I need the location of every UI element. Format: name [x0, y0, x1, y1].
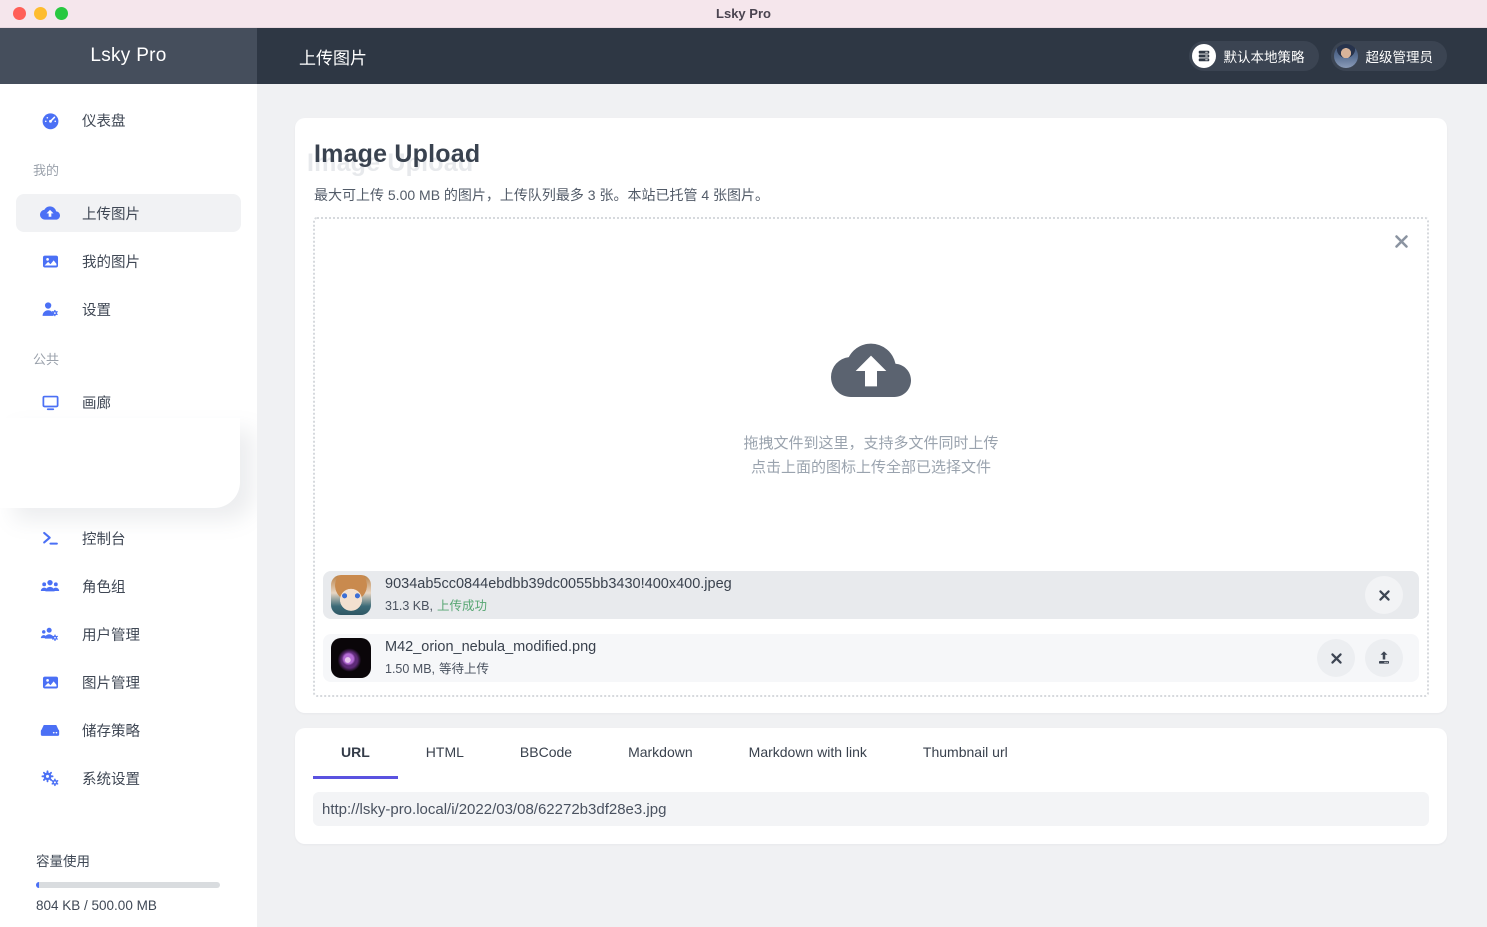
- sidebar-item-role-groups[interactable]: 角色组: [0, 562, 257, 610]
- gears-icon: [40, 768, 60, 788]
- sidebar-item-storage-strategy[interactable]: 储存策略: [0, 706, 257, 754]
- hard-drive-icon: [40, 720, 60, 740]
- brand-logo[interactable]: Lsky Pro: [0, 28, 257, 84]
- page-title: 上传图片: [299, 44, 367, 69]
- users-gear-icon: [40, 624, 60, 644]
- images-icon: [40, 672, 60, 692]
- window-title: Lsky Pro: [0, 6, 1487, 21]
- file-meta: 31.3 KB,上传成功: [385, 595, 732, 614]
- main-content: Image Upload Image Upload 最大可上传 5.00 MB …: [257, 84, 1487, 927]
- sidebar-item-dashboard[interactable]: 仪表盘: [0, 96, 257, 144]
- file-thumbnail: [331, 575, 371, 615]
- app-header: Lsky Pro 上传图片 默认本地策略 超级管理员: [0, 28, 1487, 84]
- link-formats-card: URL HTML BBCode Markdown Markdown with l…: [295, 728, 1447, 844]
- sidebar-item-upload[interactable]: 上传图片: [16, 194, 241, 232]
- sidebar-section-mine: 我的: [0, 144, 257, 189]
- tab-url[interactable]: URL: [313, 728, 398, 779]
- file-row-uploaded: 9034ab5cc0844ebdbb39dc0055bb3430!400x400…: [323, 571, 1419, 619]
- card-title: Image Upload: [314, 140, 480, 169]
- file-status: 等待上传: [439, 662, 489, 676]
- upload-dropzone[interactable]: 拖拽文件到这里，支持多文件同时上传 点击上面的图标上传全部已选择文件 9034a…: [313, 217, 1429, 697]
- sidebar-item-settings[interactable]: 设置: [0, 285, 257, 333]
- sidebar-item-label: 设置: [82, 299, 111, 320]
- storage-usage-value: 804 KB / 500.00 MB: [36, 898, 220, 913]
- topbar: 上传图片 默认本地策略 超级管理员: [257, 28, 1487, 84]
- close-icon[interactable]: [1389, 229, 1413, 253]
- storage-strategy-label: 默认本地策略: [1224, 46, 1305, 66]
- sidebar-item-my-images[interactable]: 我的图片: [0, 237, 257, 285]
- storage-progress-bar: [36, 882, 220, 888]
- sidebar-item-user-management[interactable]: 用户管理: [0, 610, 257, 658]
- file-name: 9034ab5cc0844ebdbb39dc0055bb3430!400x400…: [385, 576, 732, 592]
- sidebar: 仪表盘 我的 上传图片 我的图片 设置 公共 画廊: [0, 84, 257, 927]
- sidebar-item-label: 角色组: [82, 576, 126, 597]
- image-url-field[interactable]: [313, 792, 1429, 826]
- tab-html[interactable]: HTML: [398, 728, 492, 779]
- storage-usage-label: 容量使用: [36, 850, 220, 870]
- file-thumbnail: [331, 638, 371, 678]
- remove-file-button[interactable]: [1317, 639, 1355, 677]
- display-icon: [40, 392, 60, 412]
- file-meta: 1.50 MB,等待上传: [385, 658, 596, 677]
- sidebar-section-public: 公共: [0, 333, 257, 378]
- user-name: 超级管理员: [1366, 46, 1434, 66]
- tab-markdown-with-link[interactable]: Markdown with link: [721, 728, 895, 779]
- cloud-upload-icon: [40, 203, 60, 223]
- sidebar-item-label: 上传图片: [82, 203, 140, 224]
- user-gear-icon: [40, 299, 60, 319]
- dropzone-hint-line1: 拖拽文件到这里，支持多文件同时上传: [743, 432, 998, 456]
- file-name: M42_orion_nebula_modified.png: [385, 639, 596, 655]
- cloud-upload-big-icon[interactable]: [831, 337, 911, 402]
- upload-limits-text: 最大可上传 5.00 MB 的图片，上传队列最多 3 张。本站已托管 4 张图片…: [314, 185, 1429, 205]
- user-avatar: [1334, 44, 1358, 68]
- user-menu-button[interactable]: 超级管理员: [1331, 41, 1448, 71]
- sidebar-item-label: 控制台: [82, 528, 126, 549]
- upload-file-button[interactable]: [1365, 639, 1403, 677]
- sidebar-item-system-settings[interactable]: 系统设置: [0, 754, 257, 802]
- image-upload-card: Image Upload Image Upload 最大可上传 5.00 MB …: [295, 118, 1447, 713]
- server-stack-icon: [1192, 44, 1216, 68]
- sidebar-item-label: 用户管理: [82, 624, 140, 645]
- upload-queue: 9034ab5cc0844ebdbb39dc0055bb3430!400x400…: [315, 571, 1427, 695]
- sidebar-item-label: 仪表盘: [82, 110, 126, 131]
- storage-strategy-button[interactable]: 默认本地策略: [1189, 41, 1319, 71]
- sidebar-item-label: 我的图片: [82, 251, 140, 272]
- remove-file-button[interactable]: [1365, 576, 1403, 614]
- tab-markdown[interactable]: Markdown: [600, 728, 721, 779]
- link-format-tabs: URL HTML BBCode Markdown Markdown with l…: [313, 728, 1429, 779]
- file-row-pending: M42_orion_nebula_modified.png 1.50 MB,等待…: [323, 634, 1419, 682]
- sidebar-item-image-management[interactable]: 图片管理: [0, 658, 257, 706]
- macos-titlebar: Lsky Pro: [0, 0, 1487, 28]
- tab-bbcode[interactable]: BBCode: [492, 728, 600, 779]
- sidebar-item-label: 图片管理: [82, 672, 140, 693]
- dropzone-hint-line2: 点击上面的图标上传全部已选择文件: [743, 456, 998, 480]
- file-status: 上传成功: [437, 599, 487, 613]
- terminal-icon: [40, 528, 60, 548]
- dropzone-hint: 拖拽文件到这里，支持多文件同时上传 点击上面的图标上传全部已选择文件: [743, 432, 998, 480]
- gauge-icon: [40, 110, 60, 130]
- sidebar-overlay-highlight: [0, 418, 240, 508]
- sidebar-item-label: 储存策略: [82, 720, 140, 741]
- images-icon: [40, 251, 60, 271]
- tab-thumbnail-url[interactable]: Thumbnail url: [895, 728, 1036, 779]
- sidebar-item-console[interactable]: 控制台: [0, 514, 257, 562]
- storage-usage-widget: 容量使用 804 KB / 500.00 MB: [36, 850, 220, 913]
- sidebar-item-label: 画廊: [82, 392, 111, 413]
- storage-progress-fill: [36, 882, 39, 888]
- sidebar-item-label: 系统设置: [82, 768, 140, 789]
- users-icon: [40, 576, 60, 596]
